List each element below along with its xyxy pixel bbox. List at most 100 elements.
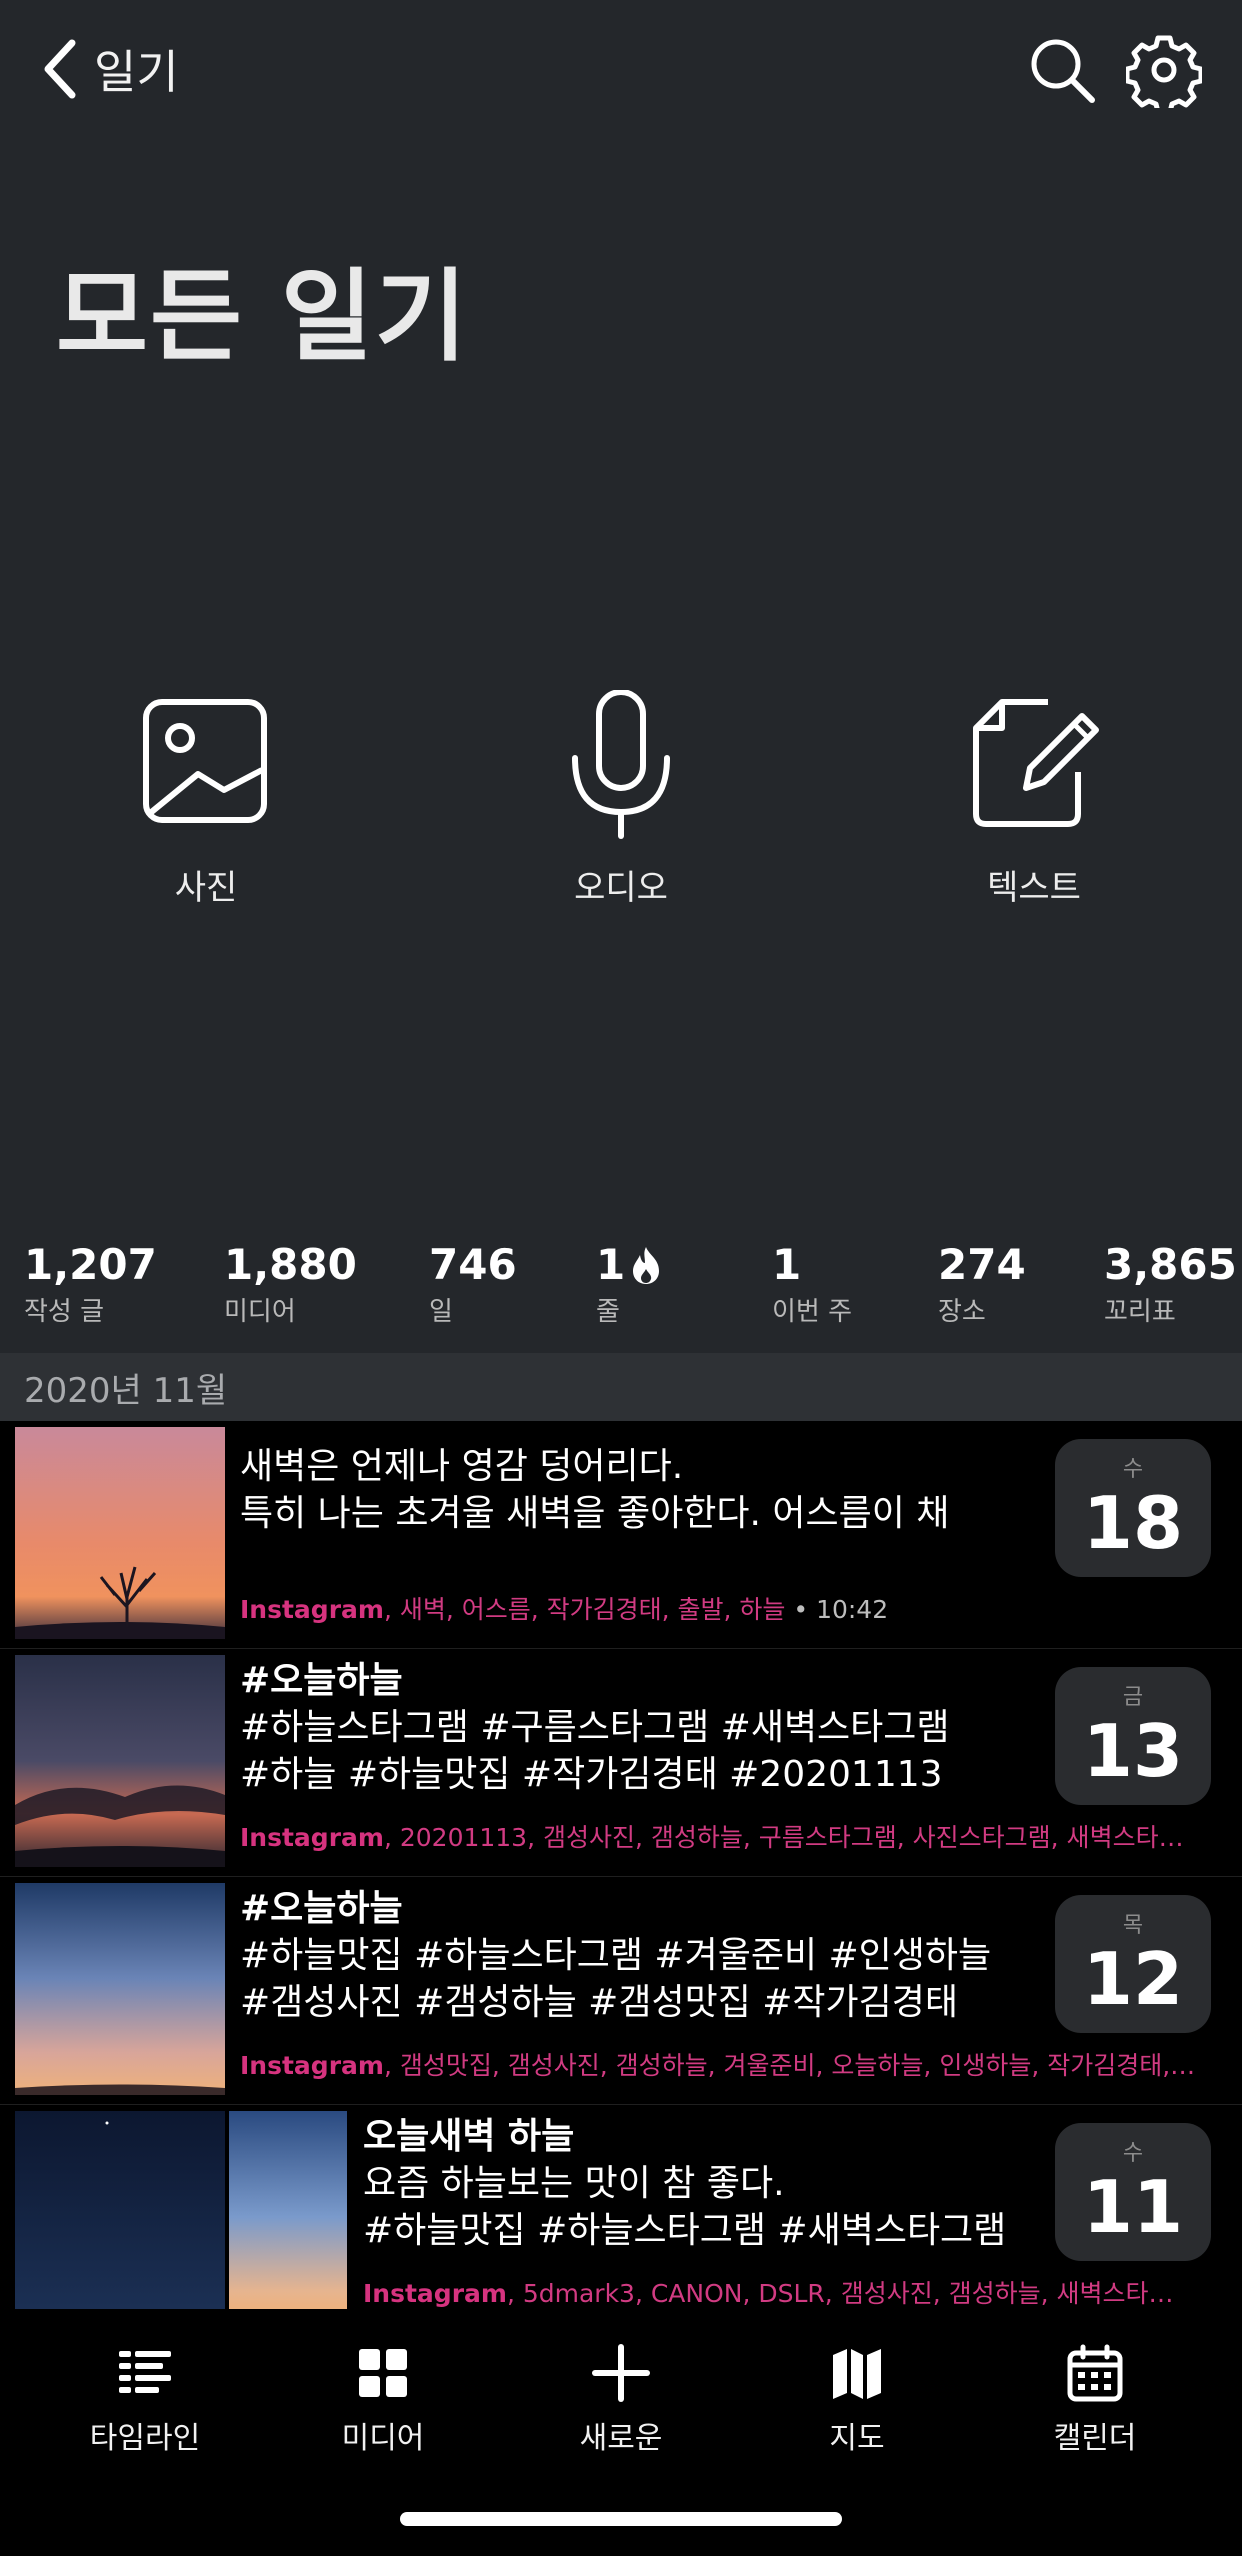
entry-text: 오늘새벽 하늘 요즘 하늘보는 맛이 참 좋다. #하늘맛집 #하늘스타그램 #… <box>363 2113 1022 2254</box>
entry-line: #하늘 #하늘맛집 #작가김경태 #20201113 <box>240 1754 943 1795</box>
flame-icon <box>633 1246 660 1284</box>
entry-line: 요즘 하늘보는 맛이 참 좋다. <box>363 2163 785 2204</box>
stat-value: 1 <box>596 1240 626 1289</box>
date-badge: 목 12 <box>1055 1895 1211 2033</box>
date-badge: 금 13 <box>1055 1667 1211 1805</box>
quick-actions: 사진 오디오 텍스트 <box>0 690 1242 930</box>
audio-action-label: 오디오 <box>574 868 668 908</box>
text-action-label: 텍스트 <box>987 868 1081 908</box>
compose-icon <box>973 699 1099 827</box>
entry-thumbnail <box>15 1427 225 1639</box>
tab-label: 미디어 <box>341 2421 425 2456</box>
list-item[interactable]: #오늘하늘 #하늘스타그램 #구름스타그램 #새벽스타그램 #하늘 #하늘맛집 … <box>0 1649 1242 1877</box>
entry-list[interactable]: 새벽은 언제나 영감 덩어리다. 특히 나는 초겨울 새벽을 좋아한다. 어스름… <box>0 1421 1242 2309</box>
tab-map[interactable]: 지도 <box>757 2343 957 2457</box>
entry-tag-list: , 20201113, 갬성사진, 갬성하늘, 구름스타그램, 사진스타그램, … <box>383 1823 1184 1852</box>
entry-line: #하늘맛집 #하늘스타그램 #겨울준비 #인생하늘 <box>240 1935 992 1976</box>
stat-entries[interactable]: 1,207 작성 글 <box>24 1240 157 1328</box>
home-indicator <box>400 2512 842 2526</box>
entry-tag-list: , 갬성맛집, 갬성사진, 갬성하늘, 겨울준비, 오늘하늘, 인생하늘, 작가… <box>383 2051 1196 2080</box>
weekday-label: 목 <box>1122 1913 1144 1938</box>
microphone-icon <box>572 690 670 839</box>
gear-icon[interactable] <box>1126 32 1202 108</box>
list-item[interactable]: 오늘새벽 하늘 요즘 하늘보는 맛이 참 좋다. #하늘맛집 #하늘스타그램 #… <box>0 2105 1242 2309</box>
stat-label: 미디어 <box>224 1297 296 1327</box>
entry-source: Instagram <box>240 1595 384 1624</box>
stats-row: 1,207 작성 글 1,880 미디어 746 일 1 줄 1 이번 주 27… <box>0 1240 1242 1350</box>
entry-tags: Instagram, 갬성맛집, 갬성사진, 갬성하늘, 겨울준비, 오늘하늘,… <box>240 2046 1210 2082</box>
grid-icon <box>359 2349 407 2397</box>
entry-tag-list: , 새벽, 어스름, 작가김경태, 출발, 하늘 <box>383 1595 786 1624</box>
entry-text: #오늘하늘 #하늘맛집 #하늘스타그램 #겨울준비 #인생하늘 #갬성사진 #갬… <box>240 1885 1022 2026</box>
entry-tags: Instagram, 새벽, 어스름, 작가김경태, 출발, 하늘 • 10:4… <box>240 1590 1040 1626</box>
tab-label: 새로운 <box>579 2421 663 2456</box>
stat-value: 274 <box>938 1240 1026 1289</box>
list-item[interactable]: #오늘하늘 #하늘맛집 #하늘스타그램 #겨울준비 #인생하늘 #갬성사진 #갬… <box>0 1877 1242 2105</box>
stat-media[interactable]: 1,880 미디어 <box>224 1240 357 1328</box>
entry-line: #하늘스타그램 #구름스타그램 #새벽스타그램 <box>240 1707 950 1748</box>
timeline-icon <box>119 2351 171 2393</box>
entry-line: 새벽은 언제나 영감 덩어리다. <box>240 1446 684 1487</box>
tab-label: 지도 <box>829 2421 885 2456</box>
stat-label: 작성 글 <box>24 1297 105 1327</box>
photo-action-button[interactable]: 사진 <box>76 690 336 909</box>
entry-text: #오늘하늘 #하늘스타그램 #구름스타그램 #새벽스타그램 #하늘 #하늘맛집 … <box>240 1657 1022 1798</box>
entry-title: #오늘하늘 <box>240 1660 403 1701</box>
tab-timeline[interactable]: 타임라인 <box>45 2343 245 2457</box>
chevron-left-icon <box>44 39 76 99</box>
entry-source: Instagram <box>240 2051 384 2080</box>
date-badge: 수 11 <box>1055 2123 1211 2261</box>
entry-tags: Instagram, 5dmark3, CANON, DSLR, 갬성사진, 갬… <box>363 2274 1213 2309</box>
entry-time: • 10:42 <box>785 1595 889 1624</box>
section-title: 2020년 11월 <box>24 1370 228 1411</box>
tab-calendar[interactable]: 캘린더 <box>995 2343 1195 2457</box>
day-number: 11 <box>1082 2165 1184 2249</box>
stat-tags[interactable]: 3,865 꼬리표 <box>1104 1240 1237 1328</box>
photo-action-label: 사진 <box>174 868 238 908</box>
map-icon <box>833 2349 881 2399</box>
back-label: 일기 <box>94 45 179 99</box>
plus-icon <box>592 2344 650 2402</box>
weekday-label: 수 <box>1122 2141 1144 2166</box>
weekday-label: 수 <box>1122 1457 1144 1482</box>
search-icon[interactable] <box>1024 32 1100 108</box>
stat-value: 1,207 <box>24 1240 157 1289</box>
entry-tags: Instagram, 20201113, 갬성사진, 갬성하늘, 구름스타그램,… <box>240 1818 1200 1854</box>
stat-value: 1 <box>772 1240 802 1289</box>
stat-label: 일 <box>429 1297 453 1327</box>
text-action-button[interactable]: 텍스트 <box>904 690 1164 909</box>
stat-label: 장소 <box>938 1297 986 1327</box>
tab-new[interactable]: 새로운 <box>521 2343 721 2457</box>
entry-line: #갬성사진 #갬성하늘 #갬성맛집 #작가김경태 <box>240 1982 959 2023</box>
tab-media[interactable]: 미디어 <box>283 2343 483 2457</box>
entry-tag-list: , 5dmark3, CANON, DSLR, 갬성사진, 갬성하늘, 새벽스타… <box>506 2279 1174 2308</box>
stat-days[interactable]: 746 일 <box>429 1240 517 1328</box>
stat-value: 3,865 <box>1104 1240 1237 1289</box>
entry-thumbnail <box>15 1883 225 2095</box>
entry-thumbnail <box>229 2111 347 2309</box>
photo-icon <box>143 699 267 823</box>
stat-this-week[interactable]: 1 이번 주 <box>772 1240 852 1328</box>
day-number: 18 <box>1082 1481 1184 1565</box>
entry-source: Instagram <box>240 1823 384 1852</box>
entry-source: Instagram <box>363 2279 507 2308</box>
entry-title: 오늘새벽 하늘 <box>363 2116 575 2157</box>
audio-action-button[interactable]: 오디오 <box>491 690 751 909</box>
stat-streak[interactable]: 1 줄 <box>596 1240 663 1328</box>
month-section-header: 2020년 11월 <box>0 1353 1242 1421</box>
tab-label: 캘린더 <box>1053 2421 1137 2456</box>
stat-value: 746 <box>429 1240 517 1289</box>
stat-value: 1,880 <box>224 1240 357 1289</box>
day-number: 13 <box>1082 1709 1184 1793</box>
entry-thumbnail <box>15 1655 225 1867</box>
calendar-icon <box>1067 2344 1123 2402</box>
day-number: 12 <box>1082 1937 1184 2021</box>
list-item[interactable]: 새벽은 언제나 영감 덩어리다. 특히 나는 초겨울 새벽을 좋아한다. 어스름… <box>0 1421 1242 1649</box>
stat-label: 줄 <box>596 1297 620 1327</box>
back-button[interactable]: 일기 <box>40 36 179 102</box>
tab-label: 타임라인 <box>89 2421 201 2456</box>
weekday-label: 금 <box>1122 1685 1144 1710</box>
date-badge: 수 18 <box>1055 1439 1211 1577</box>
stat-places[interactable]: 274 장소 <box>938 1240 1026 1328</box>
page-title: 모든 일기 <box>56 258 469 375</box>
